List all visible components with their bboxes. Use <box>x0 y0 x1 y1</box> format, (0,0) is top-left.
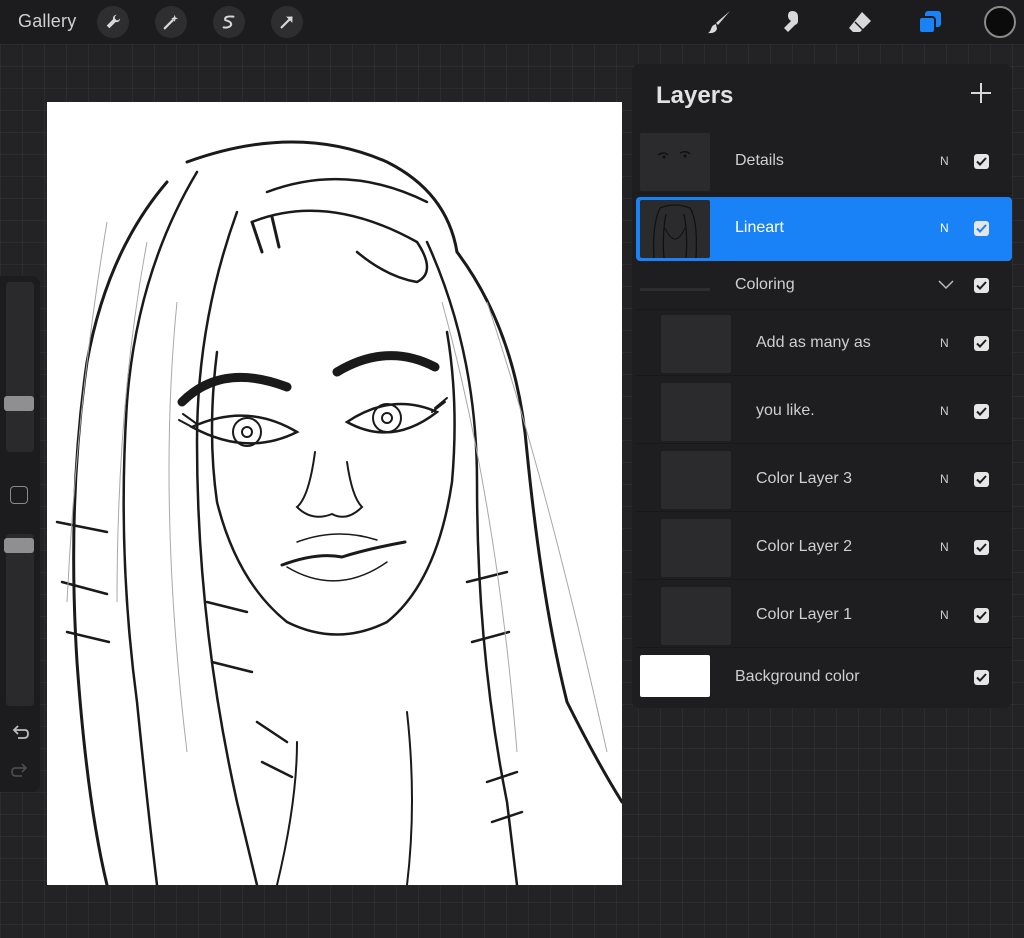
layer-thumbnail <box>640 133 710 191</box>
brush-size-slider[interactable] <box>6 282 34 452</box>
layer-group-coloring[interactable]: Coloring <box>636 260 1012 310</box>
layer-row-you-like[interactable]: you like. N <box>636 380 1012 444</box>
layer-row-add-as-many-as[interactable]: Add as many as N <box>636 312 1012 376</box>
visibility-checkbox[interactable] <box>974 336 989 351</box>
eraser-icon[interactable] <box>844 6 876 38</box>
selection-icon[interactable] <box>213 6 245 38</box>
layer-name: Color Layer 1 <box>756 606 853 623</box>
layer-row-lineart[interactable]: Lineart N <box>636 197 1012 261</box>
blend-mode-button[interactable]: N <box>940 472 949 486</box>
visibility-checkbox[interactable] <box>974 404 989 419</box>
blend-mode-button[interactable]: N <box>940 154 949 168</box>
gallery-button[interactable]: Gallery <box>18 11 76 32</box>
layer-row-background-color[interactable]: Background color <box>636 652 1012 702</box>
blend-mode-button[interactable]: N <box>940 540 949 554</box>
visibility-checkbox[interactable] <box>974 670 989 685</box>
blend-mode-button[interactable]: N <box>940 404 949 418</box>
modifier-button[interactable] <box>10 486 28 504</box>
layer-thumbnail <box>661 587 731 645</box>
layer-name: you like. <box>756 402 815 419</box>
brush-size-thumb[interactable] <box>4 396 34 411</box>
layer-name: Coloring <box>735 276 795 293</box>
color-swatch[interactable] <box>984 6 1016 38</box>
layer-name: Color Layer 3 <box>756 470 853 487</box>
visibility-checkbox[interactable] <box>974 608 989 623</box>
layer-thumbnail <box>661 315 731 373</box>
layer-name: Color Layer 2 <box>756 538 853 555</box>
background-color-thumbnail <box>640 655 710 697</box>
top-toolbar: Gallery <box>0 0 1024 44</box>
brush-icon[interactable] <box>704 6 736 38</box>
opacity-thumb[interactable] <box>4 538 34 553</box>
chevron-down-icon[interactable] <box>936 274 956 294</box>
undo-icon[interactable] <box>9 722 31 744</box>
layers-panel: Layers Details N Lineart N Coloring Add … <box>632 64 1012 708</box>
lineart-illustration <box>55 140 622 885</box>
blend-mode-button[interactable]: N <box>940 608 949 622</box>
add-layer-plus-icon[interactable] <box>968 80 994 106</box>
visibility-checkbox[interactable] <box>974 278 989 293</box>
visibility-checkbox[interactable] <box>974 540 989 555</box>
transform-arrow-icon[interactable] <box>271 6 303 38</box>
opacity-slider[interactable] <box>6 534 34 706</box>
group-thumbnail <box>640 288 710 291</box>
magic-wand-icon[interactable] <box>155 6 187 38</box>
visibility-checkbox[interactable] <box>974 221 989 236</box>
layer-row-color-layer-1[interactable]: Color Layer 1 N <box>636 584 1012 648</box>
layer-name: Add as many as <box>756 334 871 351</box>
layer-thumbnail <box>640 200 710 258</box>
visibility-checkbox[interactable] <box>974 154 989 169</box>
smudge-icon[interactable] <box>774 6 806 38</box>
layer-name: Background color <box>735 668 860 685</box>
layer-name: Details <box>735 152 784 169</box>
blend-mode-button[interactable]: N <box>940 221 949 235</box>
layer-thumbnail <box>661 383 731 441</box>
layer-row-details[interactable]: Details N <box>636 130 1012 194</box>
redo-icon[interactable] <box>9 760 31 782</box>
layer-row-color-layer-3[interactable]: Color Layer 3 N <box>636 448 1012 512</box>
layer-thumbnail <box>661 451 731 509</box>
visibility-checkbox[interactable] <box>974 472 989 487</box>
wrench-icon[interactable] <box>97 6 129 38</box>
layers-title: Layers <box>656 82 734 109</box>
drawing-canvas[interactable] <box>47 102 622 885</box>
layer-row-color-layer-2[interactable]: Color Layer 2 N <box>636 516 1012 580</box>
blend-mode-button[interactable]: N <box>940 336 949 350</box>
layer-thumbnail <box>661 519 731 577</box>
layer-name: Lineart <box>735 219 784 236</box>
left-sidebar <box>0 276 40 792</box>
layers-icon[interactable] <box>914 6 946 38</box>
